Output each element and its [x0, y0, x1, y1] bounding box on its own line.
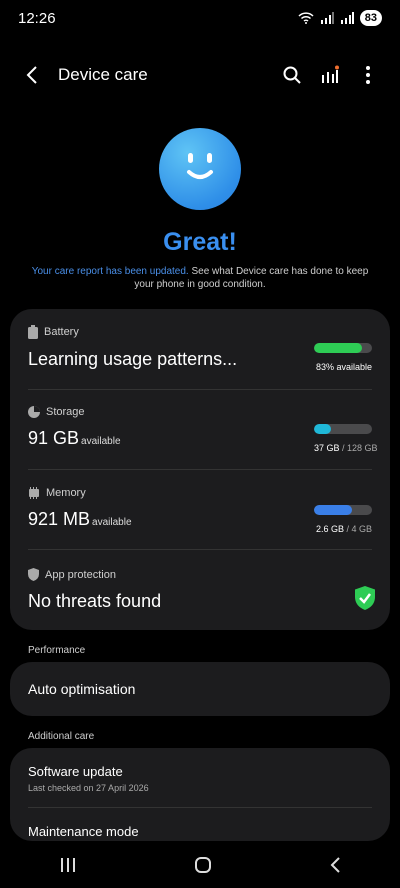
care-report-link[interactable]: Your care report has been updated.: [32, 266, 189, 277]
battery-progress-bar: [314, 343, 372, 353]
memory-usage: 2.6 GB / 4 GB: [315, 524, 372, 534]
battery-level: 83: [359, 10, 382, 26]
status-time: 12:26: [18, 9, 56, 27]
signal-2-icon: [340, 12, 354, 24]
memory-chip-icon: [29, 487, 39, 499]
divider: [28, 807, 372, 808]
search-button[interactable]: [276, 59, 308, 91]
status-icons: 83: [298, 10, 382, 26]
care-report-text: Your care report has been updated. See w…: [30, 265, 370, 291]
app-protection-status: No threats found: [28, 591, 162, 611]
auto-optimisation-card[interactable]: Auto optimisation: [10, 662, 390, 716]
navigation-bar: [0, 842, 400, 888]
battery-icon: [28, 325, 38, 339]
status-bar: 12:26 83: [0, 0, 400, 36]
app-protection-row[interactable]: App protection No threats found: [28, 568, 375, 612]
performance-section-label: Performance: [28, 645, 86, 656]
status-headline: Great!: [163, 228, 237, 256]
storage-pie-icon: [28, 406, 40, 418]
app-bar: Device care: [0, 52, 400, 98]
smiley-face-icon: [159, 128, 241, 210]
search-icon: [283, 66, 301, 84]
more-vertical-icon: [366, 66, 370, 84]
storage-label: Storage: [46, 406, 85, 418]
storage-progress-bar: [314, 424, 372, 434]
battery-row[interactable]: Battery Learning usage patterns... 83% a…: [28, 325, 372, 372]
software-update-item[interactable]: Software update: [28, 764, 123, 779]
diagnostics-button[interactable]: [314, 59, 346, 91]
signal-icon: [320, 12, 334, 24]
shield-icon: [28, 568, 39, 581]
additional-care-section-label: Additional care: [28, 731, 95, 742]
divider: [28, 469, 372, 470]
wifi-icon: [298, 12, 314, 24]
page-title: Device care: [58, 65, 148, 84]
storage-row[interactable]: Storage 91 GB available 37 GB / 128 GB: [28, 406, 378, 453]
back-button[interactable]: [16, 59, 48, 91]
back-arrow-icon: [26, 66, 37, 84]
device-status-card: Battery Learning usage patterns... 83% a…: [10, 309, 390, 630]
maintenance-mode-item[interactable]: Maintenance mode: [28, 824, 139, 839]
memory-row[interactable]: Memory 921 MB available 2.6 GB / 4 GB: [28, 487, 372, 534]
battery-label: Battery: [44, 326, 79, 338]
back-nav-icon[interactable]: [329, 856, 341, 874]
shield-check-icon: [355, 586, 375, 610]
storage-usage: 37 GB / 128 GB: [314, 443, 378, 453]
divider: [28, 389, 372, 390]
battery-available: 83% available: [315, 362, 372, 372]
app-protection-label: App protection: [45, 568, 116, 581]
divider: [28, 549, 372, 550]
software-update-last-checked: Last checked on 27 April 2026: [28, 783, 149, 793]
home-icon[interactable]: [194, 856, 212, 874]
additional-care-card: Software update Last checked on 27 April…: [10, 748, 390, 841]
memory-label: Memory: [46, 487, 86, 499]
recent-apps-icon[interactable]: [59, 857, 77, 873]
diagnostics-bars-icon: [322, 65, 339, 83]
auto-optimisation-label: Auto optimisation: [28, 681, 136, 697]
memory-progress-bar: [314, 505, 372, 515]
more-options-button[interactable]: [352, 59, 384, 91]
